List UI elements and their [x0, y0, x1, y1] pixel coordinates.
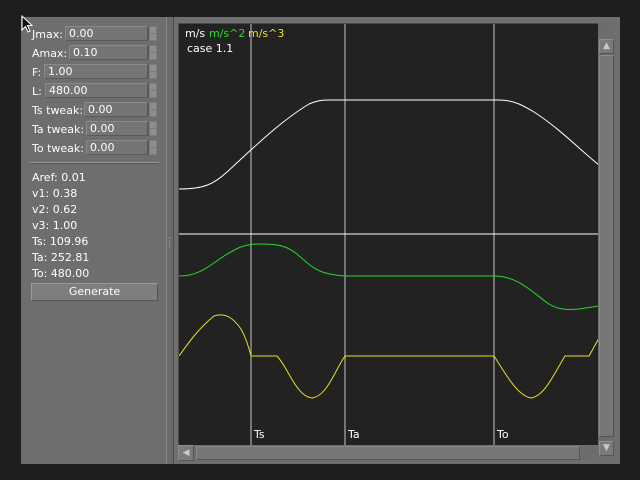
- case-label: case 1.1: [187, 42, 234, 55]
- marker-label-ta: Ta: [348, 428, 360, 441]
- parameter-panel: Jmax: 0.00 Amax: 0.10 F: 1.00 L: 480.00 …: [21, 17, 166, 464]
- jerk-curve: [179, 314, 598, 399]
- result-v1: v1: 0.38: [32, 187, 78, 200]
- ts-tweak-input[interactable]: 0.00: [84, 102, 148, 117]
- param-row-to-tweak: To tweak: 0.00: [21, 140, 166, 157]
- f-input[interactable]: 1.00: [44, 64, 148, 79]
- result-ta: Ta: 252.81: [32, 251, 90, 264]
- amax-label: Amax:: [32, 47, 68, 60]
- param-row-ta-tweak: Ta tweak: 0.00: [21, 121, 166, 138]
- amax-input[interactable]: 0.10: [69, 45, 148, 60]
- jmax-input[interactable]: 0.00: [65, 26, 148, 41]
- result-aref: Aref: 0.01: [32, 171, 86, 184]
- marker-label-ts: Ts: [254, 428, 265, 441]
- plot-area: m/s m/s^2 m/s^3 case 1.1 Ts Ta To: [178, 23, 598, 445]
- velocity-curve: [179, 99, 598, 190]
- l-label: L:: [32, 85, 42, 98]
- legend-acceleration-unit: m/s^2: [209, 27, 246, 40]
- amax-spinner[interactable]: [148, 45, 157, 60]
- arrow-up-icon[interactable]: ▲: [599, 39, 614, 54]
- panel-separator: [30, 162, 159, 164]
- plot-canvas: [179, 24, 598, 445]
- legend-velocity-unit: m/s: [185, 27, 206, 40]
- result-v3: v3: 1.00: [32, 219, 78, 232]
- ta-tweak-spinner[interactable]: [148, 121, 157, 136]
- to-tweak-spinner[interactable]: [148, 140, 157, 155]
- f-label: F:: [32, 66, 42, 79]
- horizontal-scrollbar[interactable]: ◀: [178, 445, 598, 461]
- param-row-ts-tweak: Ts tweak: 0.00: [21, 102, 166, 119]
- result-to: To: 480.00: [32, 267, 90, 280]
- l-input[interactable]: 480.00: [45, 83, 148, 98]
- legend-jerk-unit: m/s^3: [248, 27, 285, 40]
- ts-tweak-label: Ts tweak:: [32, 104, 84, 117]
- ta-tweak-label: Ta tweak:: [32, 123, 85, 136]
- to-tweak-input[interactable]: 0.00: [86, 140, 148, 155]
- arrow-down-icon[interactable]: ▼: [599, 441, 614, 456]
- f-spinner[interactable]: [148, 64, 157, 79]
- ta-tweak-input[interactable]: 0.00: [86, 121, 148, 136]
- jmax-spinner[interactable]: [148, 26, 157, 41]
- result-ts: Ts: 109.96: [32, 235, 89, 248]
- app-window: Jmax: 0.00 Amax: 0.10 F: 1.00 L: 480.00 …: [21, 17, 620, 464]
- splitter-grip-icon: [169, 237, 172, 247]
- param-row-jmax: Jmax: 0.00: [21, 26, 166, 43]
- acceleration-curve: [179, 243, 598, 310]
- ts-tweak-spinner[interactable]: [148, 102, 157, 117]
- vertical-scrollbar[interactable]: ▲ ▼: [598, 23, 615, 457]
- horizontal-scroll-thumb[interactable]: [196, 446, 580, 460]
- param-row-f: F: 1.00: [21, 64, 166, 81]
- arrow-left-icon[interactable]: ◀: [178, 445, 194, 461]
- to-tweak-label: To tweak:: [32, 142, 84, 155]
- panel-splitter[interactable]: [166, 17, 174, 464]
- generate-button[interactable]: Generate: [31, 283, 158, 301]
- vertical-scroll-thumb[interactable]: [599, 55, 614, 437]
- mouse-cursor-icon: [21, 15, 33, 33]
- jmax-label: Jmax:: [32, 28, 63, 41]
- result-v2: v2: 0.62: [32, 203, 78, 216]
- param-row-l: L: 480.00: [21, 83, 166, 100]
- l-spinner[interactable]: [148, 83, 157, 98]
- marker-label-to: To: [497, 428, 509, 441]
- param-row-amax: Amax: 0.10: [21, 45, 166, 62]
